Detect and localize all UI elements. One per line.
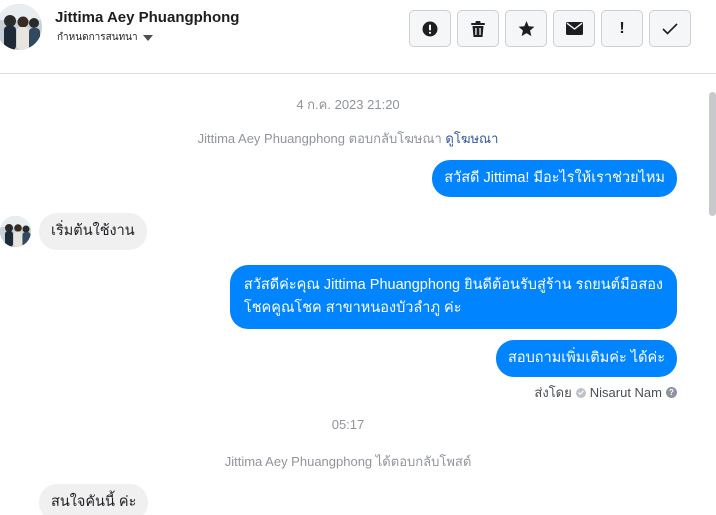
checkmark-icon bbox=[662, 22, 678, 35]
timestamp-2: 05:17 bbox=[331, 417, 365, 432]
view-ad-link[interactable]: ดูโฆษณา bbox=[445, 131, 498, 146]
message-outgoing-welcome[interactable]: สวัสดีค่ะคุณ Jittima Phuangphong ยินดีต้… bbox=[229, 265, 677, 329]
mark-unread-button[interactable] bbox=[553, 10, 595, 47]
message-incoming-interest[interactable]: สนใจคันนี้ ค่ะ bbox=[39, 484, 149, 515]
scrollbar[interactable] bbox=[709, 92, 716, 216]
report-button[interactable] bbox=[409, 10, 451, 47]
conversation-schedule-dropdown[interactable]: กำหนดการสนทนา bbox=[57, 30, 153, 45]
envelope-icon bbox=[565, 22, 583, 35]
help-icon[interactable]: ? bbox=[666, 387, 677, 398]
message-thread[interactable]: 4 ก.ค. 2023 21:20 Jittima Aey Phuangphon… bbox=[0, 74, 716, 515]
message-outgoing-inquiry[interactable]: สอบถามเพิ่มเติมค่ะ ได้ค่ะ bbox=[496, 340, 677, 377]
ad-reply-text: Jittima Aey Phuangphong ตอบกลับโฆษณา bbox=[197, 131, 442, 146]
message-outgoing[interactable]: สวัสดี Jittima! มีอะไรให้เราช่วยไหม bbox=[432, 160, 677, 197]
mark-done-button[interactable] bbox=[649, 10, 691, 47]
caret-down-icon bbox=[142, 35, 153, 41]
conversation-header: Jittima Aey Phuangphong กำหนดการสนทนา ! bbox=[0, 0, 716, 74]
contact-avatar[interactable] bbox=[0, 4, 42, 50]
ad-reply-notice: Jittima Aey Phuangphong ตอบกลับโฆษณา ดูโ… bbox=[0, 128, 696, 149]
star-button[interactable] bbox=[505, 10, 547, 47]
conversation-schedule-label: กำหนดการสนทนา bbox=[57, 32, 138, 43]
star-icon bbox=[518, 20, 534, 36]
verified-icon bbox=[575, 387, 586, 398]
welcome-line-1: สวัสดีค่ะคุณ Jittima Phuangphong ยินดีต้… bbox=[243, 277, 663, 293]
message-incoming[interactable]: เริ่มต้นใช้งาน bbox=[39, 213, 147, 250]
exclamation-icon: ! bbox=[619, 19, 625, 37]
post-reply-notice: Jittima Aey Phuangphong ได้ตอบกลับโพสต์ bbox=[224, 454, 472, 469]
sent-by-label: ส่งโดย bbox=[534, 385, 572, 400]
header-toolbar: ! bbox=[409, 10, 691, 47]
welcome-line-2: โชคคูณโชค สาขาหนองบัวลำภู ค่ะ bbox=[243, 300, 462, 316]
mark-important-button[interactable]: ! bbox=[601, 10, 643, 47]
alert-circle-icon bbox=[422, 21, 438, 36]
trash-icon bbox=[471, 20, 485, 37]
delete-button[interactable] bbox=[457, 10, 499, 47]
timestamp-1: 4 ก.ค. 2023 21:20 bbox=[296, 97, 400, 112]
sent-by-info: ส่งโดย Nisarut Nam ? bbox=[534, 382, 677, 403]
sent-by-name[interactable]: Nisarut Nam bbox=[590, 385, 662, 400]
contact-avatar-small[interactable] bbox=[0, 216, 31, 247]
contact-name[interactable]: Jittima Aey Phuangphong bbox=[55, 9, 239, 26]
